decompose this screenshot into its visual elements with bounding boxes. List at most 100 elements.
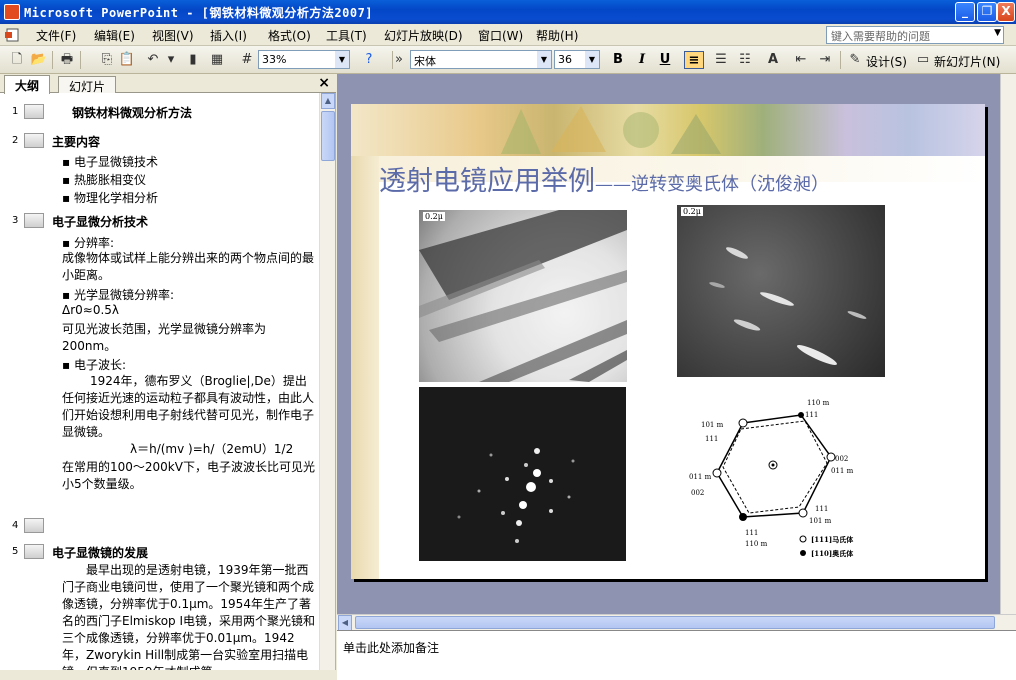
outline-paragraph[interactable]: 最早出现的是透射电镜，1939年第一批西门子商业电镜问世，使用了一个聚光镜和两个… bbox=[62, 562, 318, 671]
minimize-button[interactable]: _ bbox=[955, 2, 975, 22]
toolbar-chevron-icon[interactable]: » bbox=[394, 51, 404, 69]
menu-view[interactable]: 视图(V) bbox=[152, 27, 194, 44]
outline-formula[interactable]: λ＝h/(mv )=h/（2emU）1/2 bbox=[130, 441, 310, 458]
window-title: Microsoft PowerPoint - [钢铁材料微观分析方法2007] bbox=[24, 6, 374, 20]
print-icon[interactable]: 🖶 bbox=[58, 51, 76, 69]
menu-edit[interactable]: 编辑(E) bbox=[94, 27, 135, 44]
bright-field-micrograph[interactable]: 0.2μ bbox=[419, 210, 627, 382]
chevron-down-icon[interactable]: ▼ bbox=[994, 28, 1001, 38]
menu-window[interactable]: 窗口(W) bbox=[478, 27, 523, 44]
slide-canvas[interactable]: 透射电镜应用举例——逆转变奥氏体（沈俊昶） 0.2μ 0.2μ 110 m 11… bbox=[351, 104, 985, 579]
menu-help[interactable]: 帮助(H) bbox=[536, 27, 578, 44]
bulleted-list-icon[interactable]: ☷ bbox=[736, 51, 754, 69]
slide-title[interactable]: 电子显微分析技术 bbox=[52, 213, 148, 230]
menu-slideshow[interactable]: 幻灯片放映(D) bbox=[384, 27, 463, 44]
slide-vertical-scrollbar[interactable] bbox=[1000, 74, 1016, 614]
menu-file[interactable]: 文件(F) bbox=[36, 27, 76, 44]
bullet-item[interactable]: ▪ 热膨胀相变仪 bbox=[62, 171, 146, 188]
restore-button[interactable]: ❐ bbox=[977, 2, 997, 22]
outline-paragraph[interactable]: Δr0≈0.5λ bbox=[62, 302, 318, 319]
outline-paragraph[interactable]: 在常用的100～200kV下，电子波波长比可见光小5个数量级。 bbox=[62, 459, 318, 493]
scrollbar-thumb[interactable] bbox=[321, 111, 335, 161]
slide-horizontal-scrollbar[interactable]: ◀ bbox=[337, 614, 1016, 631]
bullet-item[interactable]: ▪ 光学显微镜分辨率: bbox=[62, 286, 174, 303]
slide-title[interactable]: 主要内容 bbox=[52, 133, 100, 150]
outline-paragraph[interactable]: 成像物体或试样上能分辨出来的两个物点间的最小距离。 bbox=[62, 250, 318, 284]
insert-table-icon[interactable]: ▦ bbox=[208, 51, 226, 69]
slide-title[interactable]: 钢铁材料微观分析方法 bbox=[72, 104, 192, 121]
view-buttons-bar bbox=[0, 670, 336, 680]
help-search-input[interactable]: 键入需要帮助的问题 ▼ bbox=[826, 26, 1004, 44]
insert-chart-icon[interactable]: ▮ bbox=[184, 51, 202, 69]
font-name-select[interactable]: 宋体 ▼ bbox=[410, 50, 552, 69]
copy-icon[interactable]: ⎘ bbox=[98, 51, 116, 69]
open-folder-icon[interactable]: 📂 bbox=[30, 51, 48, 69]
diagram-label: 111 bbox=[805, 411, 818, 419]
slide-title-main: 透射电镜应用举例 bbox=[379, 166, 595, 197]
slide-number: 3 bbox=[12, 215, 19, 226]
bold-button[interactable]: B bbox=[608, 51, 628, 69]
paste-icon[interactable]: 📋 bbox=[118, 51, 136, 69]
help-icon[interactable]: ? bbox=[360, 51, 378, 69]
chevron-down-icon[interactable]: ▼ bbox=[335, 51, 349, 68]
outline-body[interactable]: 1 钢铁材料微观分析方法 2 主要内容 ▪ 电子显微镜技术 ▪ 热膨胀相变仪 ▪… bbox=[0, 93, 319, 671]
slide-icon[interactable] bbox=[24, 544, 44, 559]
numbered-list-icon[interactable]: ☰ bbox=[712, 51, 730, 69]
bullet-item[interactable]: ▪ 电子波长: bbox=[62, 356, 126, 373]
bullet-item[interactable]: ▪ 分辨率: bbox=[62, 234, 114, 251]
slide-number: 1 bbox=[12, 106, 19, 117]
decrease-indent-icon[interactable]: ⇤ bbox=[792, 51, 810, 69]
outline-paragraph[interactable]: 可见光波长范围，光学显微镜分辨率为200nm。 bbox=[62, 321, 318, 355]
slide-icon[interactable] bbox=[24, 213, 44, 228]
slide-title-text[interactable]: 透射电镜应用举例——逆转变奥氏体（沈俊昶） bbox=[379, 159, 829, 198]
close-icon[interactable]: × bbox=[318, 75, 330, 91]
undo-icon[interactable]: ↶ bbox=[144, 51, 162, 69]
leaf-decoration bbox=[501, 106, 721, 154]
slide-icon[interactable] bbox=[24, 518, 44, 533]
increase-font-size-icon[interactable]: A bbox=[764, 51, 782, 69]
slide-title[interactable]: 电子显微镜的发展 bbox=[52, 544, 148, 561]
menu-tools[interactable]: 工具(T) bbox=[326, 27, 367, 44]
chevron-down-icon[interactable]: ▼ bbox=[537, 51, 551, 68]
design-icon[interactable]: ✎ bbox=[846, 51, 864, 69]
bullet-item[interactable]: ▪ 物理化学相分析 bbox=[62, 189, 158, 206]
undo-dropdown-icon[interactable]: ▾ bbox=[162, 51, 180, 69]
scroll-up-icon[interactable]: ▲ bbox=[321, 93, 335, 109]
chevron-down-icon[interactable]: ▼ bbox=[585, 51, 599, 68]
diagram-label: 002 bbox=[691, 489, 704, 497]
increase-indent-icon[interactable]: ⇥ bbox=[816, 51, 834, 69]
font-size-select[interactable]: 36 ▼ bbox=[554, 50, 600, 69]
menu-insert[interactable]: 插入(I) bbox=[210, 27, 247, 44]
outline-paragraph[interactable]: 1924年，德布罗义（Broglie|,De）提出任何接近光速的运动粒子都具有波… bbox=[62, 373, 318, 441]
underline-button[interactable]: U bbox=[655, 51, 675, 69]
menu-doc-icon[interactable] bbox=[3, 27, 23, 43]
zoom-select[interactable]: 33% ▼ bbox=[258, 50, 350, 69]
diagram-label: 101 m bbox=[701, 421, 724, 429]
italic-button[interactable]: I bbox=[632, 51, 652, 69]
toolbar-separator bbox=[80, 51, 81, 69]
bullet-item[interactable]: ▪ 电子显微镜技术 bbox=[62, 153, 158, 170]
diagram-label: 101 m bbox=[809, 517, 832, 525]
outline-scrollbar[interactable]: ▲ bbox=[319, 93, 335, 671]
tab-outline[interactable]: 大纲 bbox=[4, 75, 51, 94]
align-left-button[interactable]: ≡ bbox=[684, 51, 704, 69]
new-slide-icon[interactable]: ▭ bbox=[914, 51, 932, 69]
new-slide-button[interactable]: 新幻灯片(N) bbox=[934, 53, 1000, 70]
diffraction-pattern-image[interactable] bbox=[419, 387, 626, 561]
pane-tabs: 大纲 幻灯片 × bbox=[0, 74, 336, 94]
dark-field-micrograph[interactable]: 0.2μ bbox=[677, 205, 885, 377]
tab-slides[interactable]: 幻灯片 bbox=[58, 76, 117, 94]
menu-format[interactable]: 格式(O) bbox=[268, 27, 311, 44]
grid-icon[interactable]: # bbox=[238, 51, 256, 69]
notes-pane[interactable]: 单击此处添加备注 bbox=[337, 630, 1016, 680]
slide-icon[interactable] bbox=[24, 133, 44, 148]
font-size-value: 36 bbox=[558, 53, 572, 66]
slide-icon[interactable] bbox=[24, 104, 44, 119]
new-document-icon[interactable]: 🗋 bbox=[8, 51, 26, 69]
powerpoint-app-icon[interactable] bbox=[4, 4, 20, 20]
design-button[interactable]: 设计(S) bbox=[866, 53, 907, 70]
diffraction-index-diagram[interactable]: 110 m 111 101 m 111 002 011 m 011 m 002 … bbox=[681, 389, 889, 561]
scroll-left-icon[interactable]: ◀ bbox=[338, 615, 352, 631]
scrollbar-thumb[interactable] bbox=[355, 616, 995, 629]
close-button[interactable]: X bbox=[997, 2, 1015, 22]
